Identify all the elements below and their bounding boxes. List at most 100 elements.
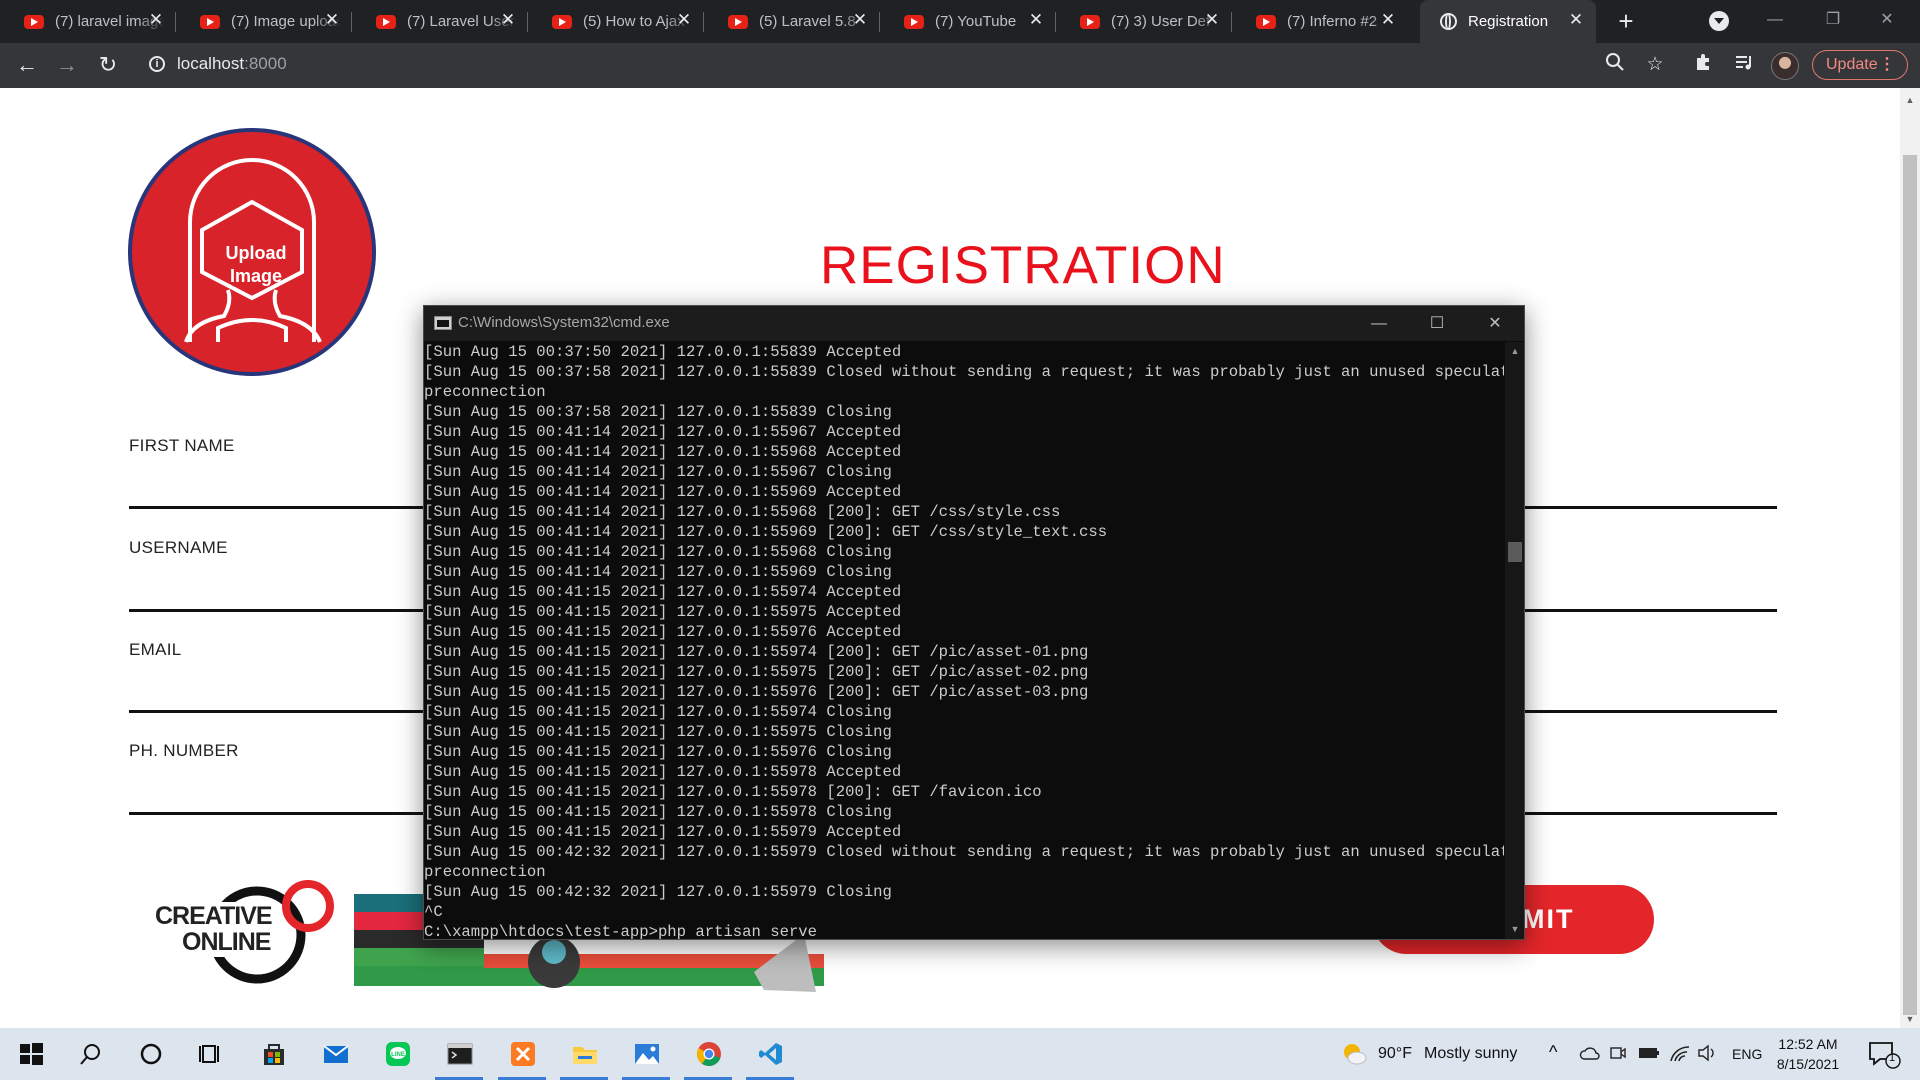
- reload-icon[interactable]: ↻: [93, 50, 123, 80]
- zoom-icon[interactable]: [1602, 52, 1628, 78]
- cmd-app-icon: [434, 316, 452, 330]
- cmd-minimize-icon[interactable]: —: [1350, 306, 1408, 341]
- taskbar-line[interactable]: LINE: [369, 1028, 425, 1080]
- cmd-line: [Sun Aug 15 00:41:15 2021] 127.0.0.1:559…: [424, 763, 902, 781]
- weather-temp[interactable]: 90°F: [1378, 1045, 1412, 1063]
- line-icon: LINE: [386, 1042, 410, 1066]
- volume-icon[interactable]: [1697, 1044, 1719, 1062]
- task-view-button[interactable]: [182, 1028, 238, 1080]
- taskbar-chrome[interactable]: [680, 1028, 736, 1080]
- taskbar-store[interactable]: [245, 1028, 301, 1080]
- cmd-close-icon[interactable]: ✕: [1466, 306, 1524, 341]
- minimize-icon[interactable]: —: [1752, 0, 1798, 40]
- update-button[interactable]: Update ⋮: [1812, 50, 1908, 80]
- taskbar-xampp[interactable]: [494, 1028, 550, 1080]
- globe-icon: [1440, 13, 1457, 30]
- store-icon: [264, 1044, 284, 1065]
- tab-7[interactable]: (7) 3) User Def ✕: [1056, 0, 1232, 43]
- cmd-line: [Sun Aug 15 00:41:15 2021] 127.0.0.1:559…: [424, 583, 902, 601]
- address-bar[interactable]: localhost:8000: [177, 54, 287, 74]
- taskbar-search-button[interactable]: [62, 1028, 118, 1080]
- tab-search-icon[interactable]: [1709, 11, 1729, 31]
- cmd-scroll-up-icon[interactable]: ▲: [1508, 344, 1522, 358]
- input-language[interactable]: ENG: [1732, 1046, 1762, 1062]
- close-tab-icon[interactable]: ✕: [148, 11, 164, 28]
- tab-3[interactable]: (7) Laravel User ✕: [352, 0, 528, 43]
- tab-6[interactable]: (7) YouTube ✕: [880, 0, 1056, 43]
- weather-description[interactable]: Mostly sunny: [1424, 1045, 1517, 1063]
- cmd-line: [Sun Aug 15 00:41:15 2021] 127.0.0.1:559…: [424, 663, 1089, 681]
- scroll-down-icon[interactable]: ▼: [1904, 1013, 1916, 1025]
- tab-4[interactable]: (5) How to Ajax ✕: [528, 0, 704, 43]
- close-window-icon[interactable]: ✕: [1864, 0, 1910, 40]
- cortana-icon: [140, 1043, 162, 1065]
- tab-2[interactable]: (7) Image upload ✕: [176, 0, 352, 43]
- tab-8[interactable]: (7) Inferno #2 ✕: [1232, 0, 1408, 43]
- back-icon[interactable]: ←: [12, 50, 42, 80]
- taskbar-vscode[interactable]: [742, 1028, 798, 1080]
- upload-label-line1: Upload: [225, 243, 287, 263]
- cmd-scroll-thumb[interactable]: [1508, 542, 1522, 562]
- cmd-title-bar[interactable]: C:\Windows\System32\cmd.exe — ☐ ✕: [424, 306, 1524, 341]
- notification-icon[interactable]: [1868, 1041, 1902, 1069]
- cortana-button[interactable]: [122, 1028, 178, 1080]
- cmd-line: [Sun Aug 15 00:41:15 2021] 127.0.0.1:559…: [424, 823, 902, 841]
- youtube-icon: [728, 14, 748, 29]
- scroll-up-icon[interactable]: ▲: [1904, 94, 1916, 106]
- bookmark-star-icon[interactable]: ☆: [1642, 52, 1668, 78]
- close-tab-icon[interactable]: ✕: [1028, 11, 1044, 28]
- new-tab-icon[interactable]: +: [1612, 8, 1640, 36]
- upload-image-button[interactable]: Upload Image: [128, 128, 376, 376]
- cmd-window[interactable]: C:\Windows\System32\cmd.exe — ☐ ✕ [Sun A…: [423, 305, 1525, 940]
- battery-icon[interactable]: [1638, 1046, 1660, 1060]
- start-button[interactable]: [2, 1028, 58, 1080]
- cmd-line: [Sun Aug 15 00:41:14 2021] 127.0.0.1:559…: [424, 423, 902, 441]
- close-tab-icon[interactable]: ✕: [676, 11, 692, 28]
- cmd-maximize-icon[interactable]: ☐: [1408, 306, 1466, 341]
- tab-5[interactable]: (5) Laravel 5.8 ✕: [704, 0, 880, 43]
- tab-1[interactable]: (7) laravel image ✕: [0, 0, 176, 43]
- forward-icon[interactable]: →: [52, 50, 82, 80]
- system-clock[interactable]: 12:52 AM 8/15/2021: [1763, 1034, 1853, 1074]
- taskbar-mail[interactable]: [307, 1028, 363, 1080]
- creative-online-logo: CREATIVE ONLINE: [155, 878, 345, 986]
- taskbar-file-explorer[interactable]: [556, 1028, 612, 1080]
- close-tab-icon[interactable]: ✕: [852, 11, 868, 28]
- weather-icon[interactable]: [1342, 1042, 1368, 1066]
- close-tab-icon[interactable]: ✕: [500, 11, 516, 28]
- cmd-line: [Sun Aug 15 00:41:15 2021] 127.0.0.1:559…: [424, 723, 892, 741]
- close-tab-icon[interactable]: ✕: [324, 11, 340, 28]
- mail-icon: [323, 1045, 349, 1063]
- tab-registration[interactable]: Registration ✕: [1420, 0, 1596, 43]
- cmd-title: C:\Windows\System32\cmd.exe: [458, 314, 670, 331]
- taskbar-photos[interactable]: [618, 1028, 674, 1080]
- logo-text-line2: ONLINE: [182, 928, 274, 957]
- page-scrollbar-thumb[interactable]: [1903, 155, 1917, 1015]
- profile-avatar[interactable]: [1771, 52, 1799, 80]
- email-label: EMAIL: [129, 640, 182, 659]
- extensions-icon[interactable]: [1691, 52, 1717, 78]
- submit-label: MIT: [1522, 904, 1575, 934]
- close-tab-icon[interactable]: ✕: [1568, 11, 1584, 28]
- cmd-output[interactable]: [Sun Aug 15 00:37:50 2021] 127.0.0.1:558…: [424, 342, 1504, 939]
- url-host: localhost: [177, 54, 245, 73]
- close-tab-icon[interactable]: ✕: [1204, 11, 1220, 28]
- media-queue-icon[interactable]: [1731, 52, 1757, 78]
- more-menu-icon[interactable]: ⋮: [1879, 51, 1895, 79]
- cmd-scroll-down-icon[interactable]: ▼: [1508, 922, 1522, 936]
- meet-now-icon[interactable]: [1609, 1044, 1627, 1062]
- taskbar-terminal[interactable]: [431, 1028, 487, 1080]
- cmd-scrollbar[interactable]: ▲ ▼: [1505, 342, 1524, 939]
- youtube-icon: [24, 14, 44, 29]
- cmd-line: C:\xampp\htdocs\test-app>php artisan ser…: [424, 923, 818, 939]
- restore-icon[interactable]: ❐: [1810, 0, 1856, 40]
- wifi-icon[interactable]: [1669, 1043, 1691, 1063]
- site-info-icon[interactable]: i: [149, 56, 165, 72]
- cmd-line: [Sun Aug 15 00:41:15 2021] 127.0.0.1:559…: [424, 603, 902, 621]
- cmd-line: [Sun Aug 15 00:41:14 2021] 127.0.0.1:559…: [424, 483, 902, 501]
- close-tab-icon[interactable]: ✕: [1380, 11, 1396, 28]
- logo-text-line1: CREATIVE: [155, 902, 275, 931]
- show-hidden-icons-icon[interactable]: ^: [1549, 1042, 1557, 1063]
- onedrive-icon[interactable]: [1579, 1045, 1601, 1061]
- cmd-line: [Sun Aug 15 00:41:15 2021] 127.0.0.1:559…: [424, 623, 902, 641]
